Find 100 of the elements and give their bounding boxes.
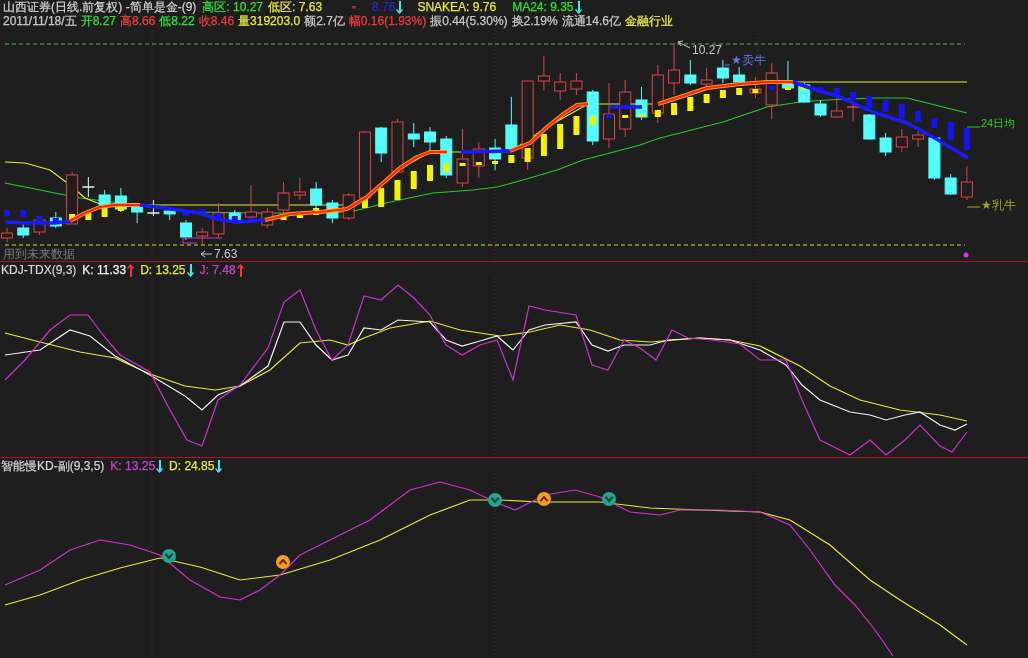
candlestick	[17, 223, 30, 239]
indicator-bar	[117, 206, 124, 211]
candlestick	[245, 184, 258, 220]
indicator-bar	[833, 88, 840, 97]
quote-field: 金融行业	[624, 14, 673, 28]
indicator-bar	[687, 97, 694, 111]
indicator-bar	[752, 89, 759, 93]
indicator-bar	[866, 96, 873, 108]
indicator-value: K: 13.25	[110, 458, 156, 474]
indicator-bar	[36, 216, 43, 221]
quote-field: 额2.7亿	[304, 14, 345, 28]
indicator-bar	[589, 116, 596, 125]
candlestick	[570, 72, 583, 96]
candlestick	[928, 136, 941, 181]
indicator-bar	[622, 115, 629, 118]
indicator-bar	[410, 171, 417, 189]
candlestick	[489, 138, 502, 171]
indicator-bar	[817, 87, 824, 93]
indicator-bar	[963, 128, 970, 150]
candlestick	[895, 128, 908, 153]
bracket-drawing	[182, 237, 223, 244]
quote-field: 流通14.6亿	[561, 14, 621, 28]
candlestick	[146, 199, 161, 217]
signal-label: ★卖牛	[731, 53, 766, 67]
candlestick	[603, 82, 615, 149]
high-price-label: 10.27	[692, 43, 723, 57]
indicator-value: MA24: 9.35	[512, 0, 574, 14]
candlestick	[407, 122, 420, 148]
indicator-bar	[898, 104, 905, 118]
indicator-bar	[101, 207, 108, 217]
indicator-bar	[20, 210, 27, 217]
quote-field: 低8.22	[159, 14, 195, 28]
low-price-label: 7.63	[214, 247, 238, 261]
indicator-bar	[606, 114, 612, 118]
candlestick	[326, 199, 339, 224]
indicator-value: D: 13.25	[140, 262, 186, 278]
candlestick	[912, 129, 925, 148]
quote-field: 开8.27	[80, 14, 116, 28]
indicator-bar	[850, 92, 857, 100]
candlestick	[863, 113, 876, 141]
candlestick	[456, 128, 469, 188]
leader-line	[966, 126, 981, 128]
indicator-bar	[394, 180, 401, 200]
indicator-bar	[52, 218, 59, 222]
quote-field: 收8.46	[198, 14, 235, 28]
candlestick	[391, 118, 404, 174]
quote-field: 量319203.0	[238, 14, 301, 28]
candlestick	[765, 62, 778, 120]
indicator-bar	[378, 188, 385, 207]
indicator-bar	[508, 155, 515, 163]
candlestick	[505, 96, 518, 151]
quote-field: 2011/11/18/五	[3, 14, 77, 28]
indicator-bar	[931, 118, 938, 128]
candlestick	[472, 141, 485, 179]
indicator-bar	[557, 124, 564, 149]
indicator-bar	[4, 210, 10, 216]
candlestick	[586, 89, 599, 146]
quote-field: 换2.19%	[511, 14, 558, 28]
indicator-value: 8.76	[372, 0, 396, 14]
chevron-up-icon	[537, 492, 551, 506]
indicator-bar	[85, 212, 92, 220]
candlestick	[944, 173, 957, 196]
candlestick	[81, 176, 96, 198]
indicator-bar	[768, 86, 775, 90]
indicator-bar	[443, 163, 450, 172]
candlestick	[651, 64, 664, 124]
candlestick	[684, 59, 697, 86]
chevron-down-icon	[488, 493, 502, 507]
candlestick	[619, 79, 632, 138]
candlestick	[733, 66, 746, 84]
note-text: 用到未来数据	[3, 247, 75, 261]
indicator-bar	[182, 211, 189, 216]
indicator-value: 低区: 7.63	[268, 0, 323, 14]
indicator-bar	[492, 161, 499, 164]
indicator-bar	[215, 213, 222, 218]
average-label: 24日均	[981, 117, 1016, 129]
candlestick	[179, 219, 192, 241]
indicator-bar	[801, 87, 808, 90]
chart-title: 山西证券(日线.前复权) -简单是金-(9)	[3, 0, 197, 14]
indicator-value: -	[352, 0, 357, 14]
pointer-arrow-icon	[200, 250, 213, 258]
indicator-bar	[69, 214, 76, 221]
indicator-value: D: 24.85	[169, 458, 215, 474]
indicator-bar	[654, 110, 661, 117]
candlestick	[358, 130, 371, 200]
candlestick	[716, 59, 729, 84]
indicator-value: J: 7.48	[199, 262, 236, 278]
indicator-bar	[231, 216, 238, 221]
indicator-bar	[361, 198, 368, 208]
indicator-value: SNAKEA: 9.76	[417, 0, 497, 14]
candlestick	[277, 181, 290, 214]
candlestick	[293, 177, 306, 201]
leader-line	[966, 206, 981, 208]
indicator-bar	[703, 94, 710, 103]
indicator-bar	[882, 100, 889, 112]
candlestick	[375, 126, 388, 163]
indicator-bar	[199, 209, 206, 215]
candlestick	[554, 72, 567, 101]
candlestick	[830, 97, 843, 119]
candlestick	[798, 81, 811, 104]
